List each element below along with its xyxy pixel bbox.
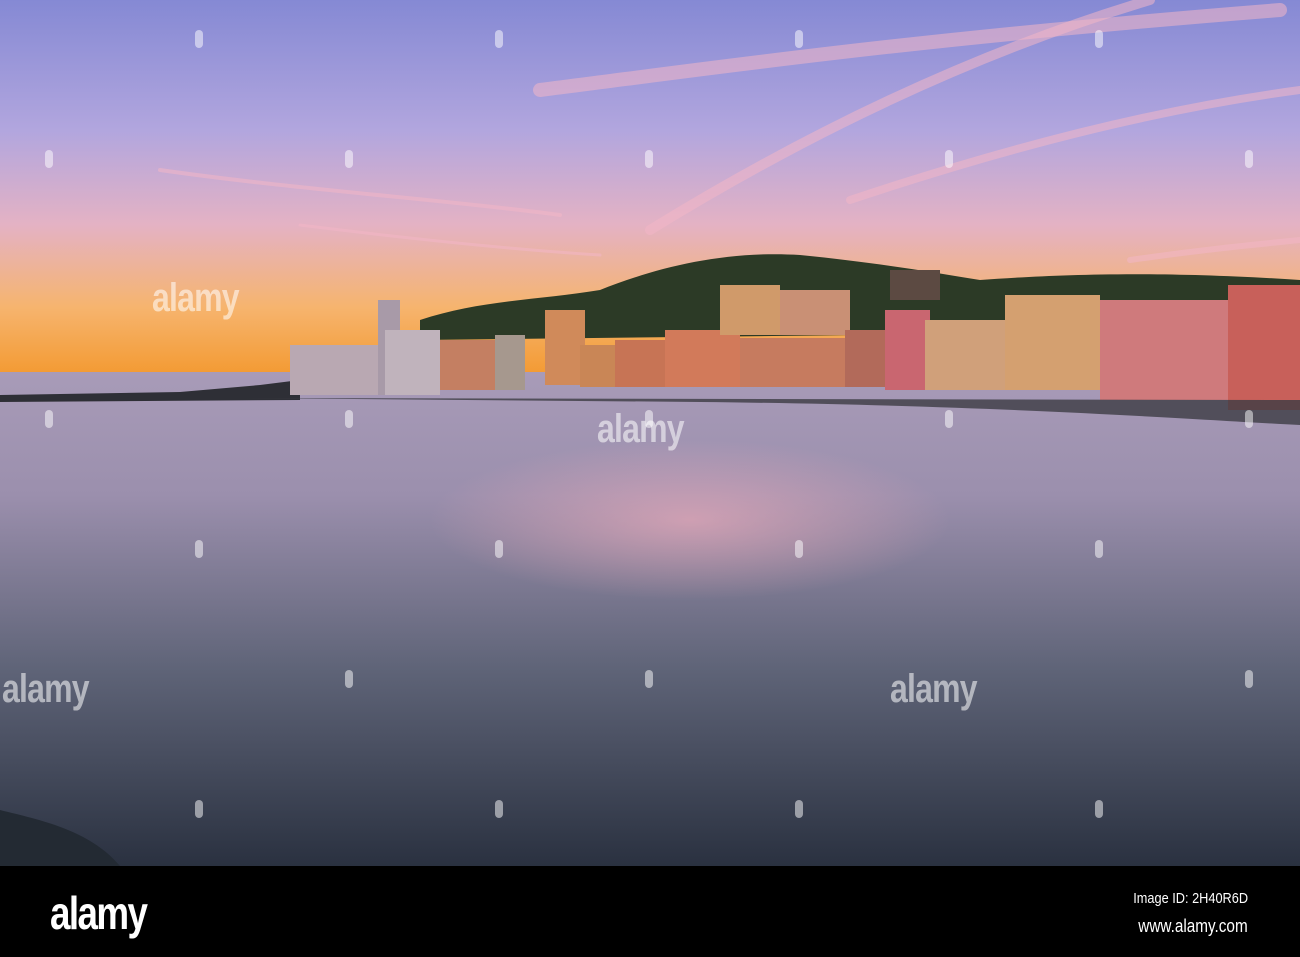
watermark-dot [1245, 150, 1253, 168]
watermark: alamy [890, 667, 978, 711]
watermark: alamy [2, 667, 90, 711]
watermark-dot [645, 670, 653, 688]
watermark-dot [1095, 540, 1103, 558]
watermark-dot [945, 150, 953, 168]
watermark-dot [945, 410, 953, 428]
watermark-dot [645, 410, 653, 428]
watermark-dot [1095, 800, 1103, 818]
watermark-dot [495, 30, 503, 48]
watermark-dot [495, 800, 503, 818]
watermark-dot [1245, 670, 1253, 688]
alamy-logo: alamy [50, 887, 148, 939]
stock-photo: alamy alamy alamy alamy alamy Image ID: … [0, 0, 1300, 957]
watermark-dot [45, 150, 53, 168]
watermark: alamy [597, 407, 685, 451]
watermark-dot [1245, 410, 1253, 428]
website-url: www.alamy.com [1138, 916, 1248, 936]
watermark-dot [795, 800, 803, 818]
watermark-dot [195, 800, 203, 818]
watermark-dot [795, 30, 803, 48]
watermark-dot [645, 150, 653, 168]
watermark: alamy [152, 276, 240, 320]
watermark-dot [345, 410, 353, 428]
watermark-dot [495, 540, 503, 558]
watermark-dot [345, 670, 353, 688]
watermark-dot [45, 410, 53, 428]
watermark-dot [195, 540, 203, 558]
image-id: Image ID: 2H40R6D [1133, 890, 1248, 907]
watermark-dot [795, 540, 803, 558]
watermark-dot [195, 30, 203, 48]
watermark-dot [1095, 30, 1103, 48]
watermark-dot [345, 150, 353, 168]
footer-bar: alamy Image ID: 2H40R6D www.alamy.com [0, 866, 1300, 957]
